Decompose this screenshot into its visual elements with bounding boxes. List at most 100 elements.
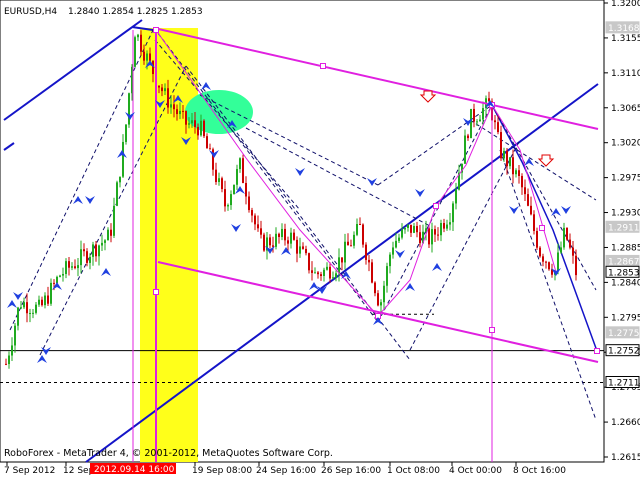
price-tick-label: 1.3110 bbox=[611, 69, 640, 79]
candle-body bbox=[539, 247, 541, 257]
candle-body bbox=[389, 254, 391, 267]
time-tick-label: 8 Oct 16:00 bbox=[513, 466, 566, 476]
candle-body bbox=[419, 232, 421, 244]
candle-body bbox=[110, 229, 112, 236]
candle-body bbox=[404, 227, 406, 230]
candle-body bbox=[167, 88, 169, 108]
candle-body bbox=[26, 302, 28, 314]
candle-body bbox=[236, 169, 238, 185]
candle-body bbox=[446, 224, 448, 229]
candle-body bbox=[194, 120, 196, 127]
candle-body bbox=[101, 242, 103, 246]
candle-body bbox=[242, 158, 244, 183]
candle-body bbox=[566, 227, 568, 240]
candle-body bbox=[80, 249, 82, 266]
candle-body bbox=[53, 282, 55, 284]
price-label-text: 1.2711 bbox=[608, 378, 640, 388]
candle-body bbox=[329, 266, 331, 279]
time-tick-label: 24 Sep 16:00 bbox=[256, 466, 316, 476]
candle-body bbox=[71, 266, 73, 268]
candle-body bbox=[368, 259, 370, 263]
candle-body bbox=[281, 228, 283, 238]
candle-body bbox=[308, 253, 310, 271]
price-label-text: 1.2911 bbox=[608, 223, 640, 233]
candle-body bbox=[467, 135, 469, 139]
price-tick-label: 1.3020 bbox=[611, 139, 640, 149]
candle-body bbox=[119, 176, 121, 183]
candle-body bbox=[302, 246, 304, 249]
candle-body bbox=[164, 88, 166, 92]
candle-body bbox=[443, 223, 445, 229]
candle-body bbox=[35, 304, 37, 313]
price-tick-label: 1.2975 bbox=[611, 174, 640, 184]
candle-body bbox=[218, 178, 220, 183]
candle-body bbox=[11, 345, 13, 356]
candle-body bbox=[353, 234, 355, 246]
magenta-anchor bbox=[594, 348, 600, 354]
candle-body bbox=[563, 227, 565, 248]
candle-body bbox=[227, 205, 229, 207]
price-tick-label: 1.2795 bbox=[611, 313, 640, 323]
candle-body bbox=[398, 237, 400, 241]
candle-body bbox=[479, 119, 481, 122]
candle-body bbox=[5, 363, 7, 365]
candle-body bbox=[416, 226, 418, 233]
candle-body bbox=[386, 266, 388, 286]
candle-body bbox=[185, 111, 187, 125]
candle-body bbox=[428, 228, 430, 245]
candle-body bbox=[413, 226, 415, 233]
candle-body bbox=[341, 257, 343, 263]
candle-body bbox=[521, 175, 523, 188]
candle-body bbox=[206, 136, 208, 149]
candle-body bbox=[545, 261, 547, 263]
candle-body bbox=[335, 273, 337, 278]
candle-body bbox=[365, 244, 367, 260]
candle-body bbox=[359, 224, 361, 226]
time-tick-label: 4 Oct 00:00 bbox=[449, 466, 502, 476]
price-tick-label: 1.3065 bbox=[611, 104, 640, 114]
candle-body bbox=[362, 224, 364, 245]
candle-body bbox=[158, 85, 160, 88]
candle-body bbox=[149, 53, 151, 61]
candle-body bbox=[518, 170, 520, 176]
candle-body bbox=[575, 255, 577, 276]
candle-body bbox=[68, 261, 70, 268]
candle-body bbox=[569, 239, 571, 248]
candle-body bbox=[311, 270, 313, 273]
candle-body bbox=[116, 182, 118, 206]
price-tick-label: 1.3200 bbox=[611, 0, 640, 9]
candle-body bbox=[470, 108, 472, 139]
candle-body bbox=[380, 302, 382, 306]
candle-body bbox=[557, 252, 559, 271]
candle-body bbox=[296, 239, 298, 254]
chart-canvas[interactable]: 1.3200 1.3155 1.3110 1.3065 1.3020 1.2975 1.29… bbox=[0, 0, 640, 480]
candle-body bbox=[272, 245, 274, 247]
candle-body bbox=[257, 224, 259, 229]
candle-body bbox=[572, 247, 574, 256]
candle-body bbox=[410, 224, 412, 233]
candle-body bbox=[209, 148, 211, 150]
candle-body bbox=[314, 272, 316, 274]
candle-body bbox=[560, 247, 562, 253]
candle-body bbox=[197, 126, 199, 136]
candle-body bbox=[95, 244, 97, 257]
price-label-text: 1.2775 bbox=[608, 329, 640, 339]
candle-body bbox=[377, 293, 379, 306]
candle-body bbox=[254, 215, 256, 225]
candle-body bbox=[407, 224, 409, 228]
candle-body bbox=[161, 87, 163, 92]
candle-body bbox=[284, 228, 286, 241]
candle-body bbox=[20, 307, 22, 309]
candle-body bbox=[503, 150, 505, 159]
candle-body bbox=[263, 234, 265, 251]
candle-body bbox=[548, 262, 550, 270]
candle-body bbox=[455, 189, 457, 204]
candle-body bbox=[50, 282, 52, 304]
candle-body bbox=[179, 110, 181, 115]
magenta-anchor bbox=[153, 289, 159, 295]
price-axis: 1.3200 1.3155 1.3110 1.3065 1.3020 1.2975 1.29… bbox=[604, 0, 640, 463]
candle-body bbox=[299, 246, 301, 254]
price-chart[interactable]: 1.3200 1.3155 1.3110 1.3065 1.3020 1.2975 1.29… bbox=[0, 0, 640, 480]
candle-body bbox=[326, 266, 328, 270]
candle-body bbox=[146, 53, 148, 61]
